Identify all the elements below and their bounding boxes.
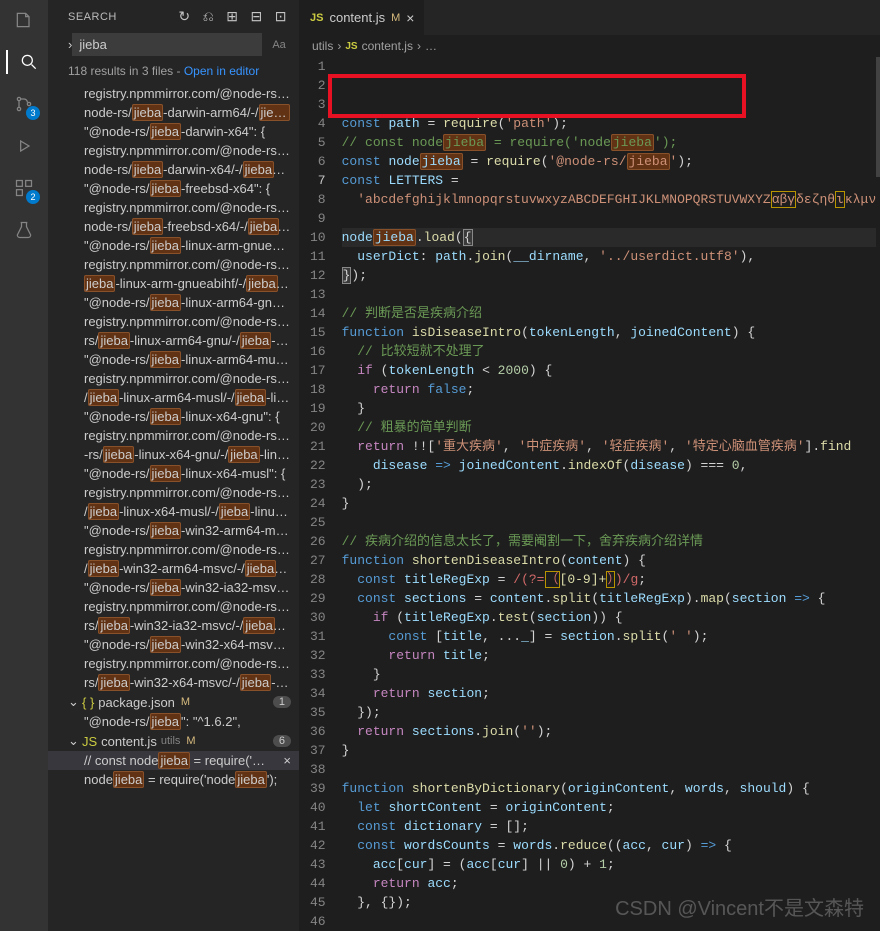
search-result-item[interactable]: "@node-rs/jieba-linux-x64-musl": {: [48, 464, 299, 483]
sidebar-header: SEARCH ↻ ⎌ ⊞ ⊟ ⊡: [48, 0, 299, 29]
scm-badge: 3: [26, 106, 40, 120]
search-result-item[interactable]: rs/jieba-win32-ia32-msvc/-/jieba-wi…: [48, 616, 299, 635]
search-result-item[interactable]: node-rs/jieba-darwin-arm64/-/jieba…: [48, 103, 299, 122]
search-result-item[interactable]: registry.npmmirror.com/@node-rs/j…: [48, 369, 299, 388]
search-icon[interactable]: [6, 50, 40, 74]
close-icon[interactable]: ×: [406, 10, 414, 26]
search-result-item[interactable]: "@node-rs/jieba-win32-ia32-msvc": {: [48, 578, 299, 597]
search-result-item[interactable]: registry.npmmirror.com/@node-rs/j…: [48, 654, 299, 673]
testing-icon[interactable]: [12, 218, 36, 242]
file-group[interactable]: ⌄JS content.jsutilsM6: [48, 731, 299, 751]
search-result-item[interactable]: node-rs/jieba-darwin-x64/-/jieba-da…: [48, 160, 299, 179]
search-result-item[interactable]: registry.npmmirror.com/@node-rs/j…: [48, 597, 299, 616]
ext-badge: 2: [26, 190, 40, 204]
breadcrumbs[interactable]: utils › JS content.js › …: [300, 35, 880, 57]
refresh-icon[interactable]: ↻: [178, 8, 190, 25]
match-case-toggle[interactable]: Aa: [268, 37, 289, 53]
search-result-item[interactable]: // const nodejieba = require('…×: [48, 751, 299, 770]
extensions-icon[interactable]: 2: [12, 176, 36, 200]
search-result-item[interactable]: "@node-rs/jieba-linux-arm64-gnu": {: [48, 293, 299, 312]
search-result-item[interactable]: rs/jieba-linux-arm64-gnu/-/jieba-lin…: [48, 331, 299, 350]
search-result-item[interactable]: registry.npmmirror.com/@node-rs/j…: [48, 141, 299, 160]
scrollbar-thumb[interactable]: [876, 57, 880, 177]
tab-label: content.js: [329, 10, 385, 25]
open-in-editor-link[interactable]: Open in editor: [184, 64, 259, 78]
highlight-box: [328, 74, 746, 118]
tab-content-js[interactable]: JS content.js M ×: [300, 0, 425, 35]
search-result-item[interactable]: /jieba-linux-arm64-musl/-/jieba-linu…: [48, 388, 299, 407]
collapse-icon[interactable]: ⊡: [275, 8, 287, 25]
search-result-item[interactable]: "@node-rs/jieba-linux-x64-gnu": {: [48, 407, 299, 426]
search-sidebar: SEARCH ↻ ⎌ ⊞ ⊟ ⊡ › Aa ab .* 118 results …: [48, 0, 300, 931]
clear-icon[interactable]: ⎌: [203, 8, 215, 25]
search-result-item[interactable]: registry.npmmirror.com/@node-rs/j…: [48, 312, 299, 331]
expand-icon[interactable]: ⊟: [251, 8, 263, 25]
search-result-item[interactable]: "@node-rs/jieba-freebsd-x64": {: [48, 179, 299, 198]
file-group[interactable]: ⌄{ } package.jsonM1: [48, 692, 299, 712]
search-result-item[interactable]: nodejieba = require('nodejieba');: [48, 770, 299, 789]
sidebar-title: SEARCH: [68, 11, 117, 23]
tab-bar: JS content.js M ×: [300, 0, 880, 35]
search-result-item[interactable]: "@node-rs/jieba": "^1.6.2",: [48, 712, 299, 731]
search-result-item[interactable]: /jieba-win32-arm64-msvc/-/jieba-wi…: [48, 559, 299, 578]
results-list[interactable]: registry.npmmirror.com/@node-rs/j…node-r…: [48, 84, 299, 931]
search-result-item[interactable]: registry.npmmirror.com/@node-rs/j…: [48, 255, 299, 274]
new-file-icon[interactable]: ⊞: [226, 8, 238, 25]
search-result-item[interactable]: rs/jieba-win32-x64-msvc/-/jieba-win…: [48, 673, 299, 692]
activity-bar: 3 2: [0, 0, 48, 931]
search-result-item[interactable]: registry.npmmirror.com/@node-rs/j…: [48, 426, 299, 445]
search-result-item[interactable]: "@node-rs/jieba-win32-arm64-msv…: [48, 521, 299, 540]
search-result-item[interactable]: "@node-rs/jieba-darwin-x64": {: [48, 122, 299, 141]
search-result-item[interactable]: registry.npmmirror.com/@node-rs/j…: [48, 84, 299, 103]
search-input[interactable]: [72, 33, 262, 56]
search-result-item[interactable]: "@node-rs/jieba-linux-arm64-musl"…: [48, 350, 299, 369]
js-icon: JS: [310, 12, 323, 24]
search-result-item[interactable]: node-rs/jieba-freebsd-x64/-/jieba-fr…: [48, 217, 299, 236]
code-editor[interactable]: 1234567891011121314151617181920212223242…: [300, 57, 880, 931]
search-result-item[interactable]: jieba-linux-arm-gnueabihf/-/jieba-li…: [48, 274, 299, 293]
search-result-item[interactable]: /jieba-linux-x64-musl/-/jieba-linux…: [48, 502, 299, 521]
search-result-item[interactable]: registry.npmmirror.com/@node-rs/j…: [48, 198, 299, 217]
search-result-item[interactable]: registry.npmmirror.com/@node-rs/j…: [48, 483, 299, 502]
gutter: 1234567891011121314151617181920212223242…: [300, 57, 342, 931]
modified-indicator: M: [391, 12, 400, 24]
scm-icon[interactable]: 3: [12, 92, 36, 116]
search-result-item[interactable]: registry.npmmirror.com/@node-rs/j…: [48, 540, 299, 559]
scrollbar[interactable]: [876, 57, 880, 931]
editor-area: JS content.js M × utils › JS content.js …: [300, 0, 880, 931]
code-content[interactable]: const path = require('path');// const no…: [342, 57, 877, 931]
debug-icon[interactable]: [12, 134, 36, 158]
files-icon[interactable]: [12, 8, 36, 32]
results-summary: 118 results in 3 files - Open in editor: [48, 60, 299, 84]
search-result-item[interactable]: "@node-rs/jieba-win32-x64-msvc": {: [48, 635, 299, 654]
search-result-item[interactable]: -rs/jieba-linux-x64-gnu/-/jieba-linux…: [48, 445, 299, 464]
search-result-item[interactable]: "@node-rs/jieba-linux-arm-gnueabi…: [48, 236, 299, 255]
js-icon: JS: [345, 41, 357, 52]
